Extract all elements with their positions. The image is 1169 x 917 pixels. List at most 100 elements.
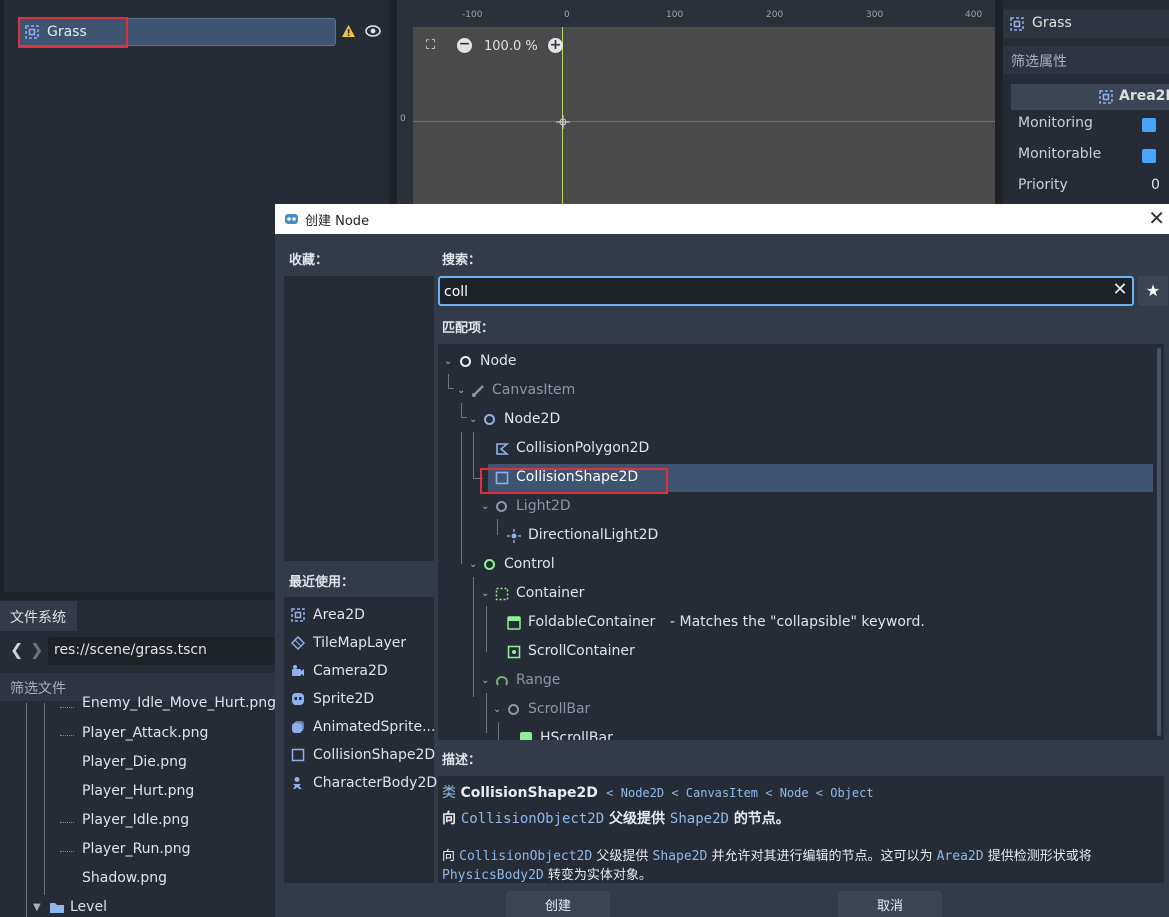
description-brief: 向 CollisionObject2D 父级提供 Shape2D 的节点。: [442, 811, 790, 827]
close-icon[interactable]: ✕: [1148, 206, 1165, 230]
monitoring-checkbox[interactable]: [1142, 118, 1156, 132]
collision-shape-icon: [291, 748, 305, 762]
forward-arrow-icon[interactable]: ❯: [30, 640, 43, 659]
recent-item[interactable]: CollisionShape2D: [313, 747, 435, 763]
clear-search-icon[interactable]: ✕: [1110, 279, 1130, 303]
canvas-item-icon: [472, 385, 484, 397]
inspector-node-name: Grass: [1032, 15, 1072, 31]
tree-item-hscrollbar[interactable]: HScrollBar: [540, 730, 613, 740]
file-item[interactable]: Enemy_Idle_Move_Hurt.png: [82, 695, 276, 711]
recent-item[interactable]: Area2D: [313, 607, 365, 623]
chevron-down-icon[interactable]: ⌄: [457, 385, 465, 396]
scrollbar-icon: [508, 704, 519, 715]
tab-label: 文件系统: [10, 610, 66, 626]
tree-item-node[interactable]: Node: [480, 353, 517, 369]
path-field[interactable]: res://scene/grass.tscn: [48, 637, 275, 665]
container-icon: [495, 587, 509, 601]
tree-item-control[interactable]: Control: [504, 556, 555, 572]
godot-logo-icon: [285, 214, 298, 224]
center-view-icon[interactable]: ⛶: [426, 38, 435, 53]
file-item[interactable]: Player_Die.png: [82, 754, 187, 770]
chevron-down-icon[interactable]: ⌄: [469, 414, 477, 425]
chevron-down-icon[interactable]: ⌄: [469, 559, 477, 570]
chevron-down-icon[interactable]: ⌄: [444, 356, 452, 367]
control-icon: [484, 559, 495, 570]
folder-item-level[interactable]: Level: [70, 899, 107, 915]
match-note: - Matches the "collapsible" keyword.: [670, 614, 925, 630]
file-item[interactable]: Player_Idle.png: [82, 812, 189, 828]
tree-item-foldablecontainer[interactable]: FoldableContainer: [528, 614, 655, 630]
tree-item-scrollcontainer[interactable]: ScrollContainer: [528, 643, 635, 659]
collision-polygon-icon: [496, 443, 509, 455]
chevron-down-icon[interactable]: ⌄: [493, 704, 501, 715]
create-button[interactable]: 创建: [506, 891, 610, 917]
tree-item-directionallight2d[interactable]: DirectionalLight2D: [528, 527, 658, 543]
tilemap-icon: [291, 636, 305, 650]
favorites-list: [284, 276, 434, 561]
tab-filesystem[interactable]: 文件系统: [0, 601, 77, 631]
chevron-down-icon[interactable]: ▼: [33, 902, 41, 913]
description-header: 类 CollisionShape2D < Node2D < CanvasItem…: [442, 785, 874, 801]
tree-item-scrollbar[interactable]: ScrollBar: [528, 701, 590, 717]
inheritance-chain[interactable]: < Node2D < CanvasItem < Node < Object: [606, 786, 873, 800]
png-file-icon: [60, 707, 74, 711]
zoom-level[interactable]: 100.0 %: [484, 39, 538, 54]
path-text: res://scene/grass.tscn: [54, 642, 207, 658]
matches-label: 匹配项：: [442, 321, 495, 336]
file-item[interactable]: Shadow.png: [82, 870, 167, 886]
recent-item[interactable]: TileMapLayer: [313, 635, 406, 651]
chevron-down-icon[interactable]: ⌄: [481, 588, 489, 599]
tree-item-node2d[interactable]: Node2D: [504, 411, 560, 427]
area2d-icon: [1010, 17, 1024, 31]
filter-placeholder: 筛选文件: [10, 681, 66, 697]
chevron-down-icon[interactable]: ⌄: [481, 501, 489, 512]
tree-item-canvasitem[interactable]: CanvasItem: [492, 382, 575, 398]
area2d-icon: [291, 608, 305, 622]
canvas-viewport[interactable]: [397, 0, 995, 204]
recent-item[interactable]: Sprite2D: [313, 691, 374, 707]
horizontal-ruler: -100 0 100 200 300 400: [397, 0, 995, 27]
light2d-icon: [496, 501, 507, 512]
description-body-line2: PhysicsBody2D 转变为实体对象。: [442, 868, 652, 883]
recent-item[interactable]: CharacterBody2D: [313, 775, 437, 791]
vertical-ruler: 0: [397, 0, 413, 204]
file-item[interactable]: Player_Run.png: [82, 841, 191, 857]
zoom-out-icon[interactable]: −: [457, 37, 472, 53]
node-icon: [460, 356, 471, 367]
filter-properties-input[interactable]: 筛选属性: [1003, 46, 1169, 74]
png-file-icon: [60, 822, 74, 826]
class-section-header[interactable]: Area2D: [1011, 84, 1169, 110]
favorite-star-icon[interactable]: ★: [1138, 276, 1168, 306]
recent-item[interactable]: Camera2D: [313, 663, 388, 679]
folder-icon: [50, 903, 64, 913]
tree-item-light2d[interactable]: Light2D: [516, 498, 571, 514]
tree-item-collisionpolygon2d[interactable]: CollisionPolygon2D: [516, 440, 649, 456]
hscrollbar-icon: [520, 732, 532, 740]
description-body: 向 CollisionObject2D 父级提供 Shape2D 并允许对其进行…: [442, 849, 1092, 864]
search-field[interactable]: [438, 276, 1134, 306]
monitorable-checkbox[interactable]: [1142, 149, 1156, 163]
tree-scrollbar[interactable]: [1157, 348, 1161, 736]
class-section-label: Area2D: [1119, 88, 1169, 104]
tree-item-container[interactable]: Container: [516, 585, 584, 601]
description-label: 描述：: [442, 753, 482, 768]
file-item[interactable]: Player_Hurt.png: [82, 783, 194, 799]
back-arrow-icon[interactable]: ❮: [10, 640, 23, 659]
zoom-in-icon[interactable]: +: [548, 38, 563, 53]
dialog-title: 创建 Node: [305, 214, 370, 229]
sprite-icon: [292, 693, 304, 705]
warning-icon[interactable]: [341, 24, 356, 38]
tree-item-range[interactable]: Range: [516, 672, 560, 688]
search-input[interactable]: [444, 281, 1104, 303]
recent-item[interactable]: AnimatedSprite...: [313, 719, 435, 735]
chevron-down-icon[interactable]: ⌄: [481, 675, 489, 686]
file-item[interactable]: Player_Attack.png: [82, 725, 208, 741]
inspector-node-header[interactable]: Grass: [1003, 10, 1169, 38]
highlight-box: [480, 468, 668, 494]
png-file-icon: [60, 735, 74, 739]
visibility-eye-icon[interactable]: [365, 24, 381, 38]
priority-value[interactable]: 0: [1151, 177, 1160, 193]
cancel-button[interactable]: 取消: [838, 891, 942, 917]
search-label: 搜索：: [442, 253, 482, 268]
scroll-container-icon: [507, 645, 521, 659]
